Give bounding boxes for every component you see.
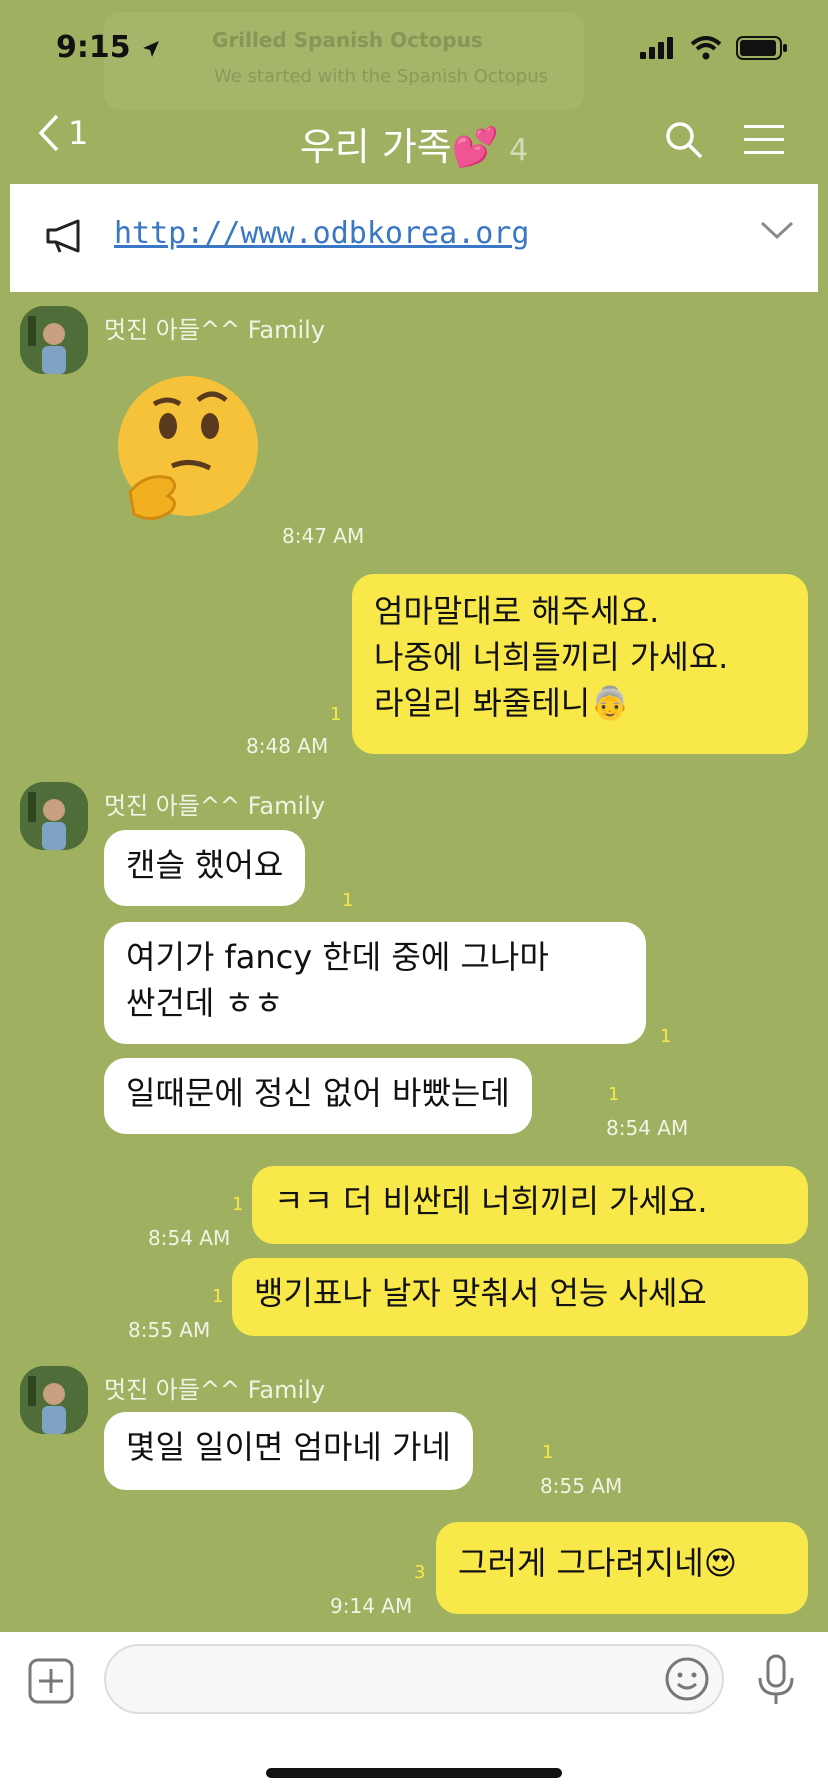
status-bar: Grilled Spanish Octopus We started with … — [0, 0, 828, 110]
read-count: 1 — [608, 1084, 620, 1105]
message-bubble-incoming[interactable]: 캔슬 했어요 — [104, 830, 306, 906]
ghost-notification-subtitle: We started with the Spanish Octopus — [214, 66, 549, 87]
message-text-line: 나중에 너희들끼리 가세요. — [374, 638, 729, 676]
read-count: 1 — [330, 704, 342, 725]
read-count: 1 — [660, 1026, 672, 1047]
signal-icon — [640, 37, 673, 59]
home-indicator — [266, 1768, 562, 1778]
megaphone-icon — [46, 219, 80, 253]
message-bubble-incoming[interactable]: 몇일 일이면 엄마네 가네 — [104, 1412, 473, 1490]
message-bubble-outgoing[interactable]: ㅋㅋ 더 비싼데 너희끼리 가세요. — [252, 1166, 808, 1244]
battery-icon — [736, 36, 787, 60]
menu-icon[interactable] — [742, 122, 786, 158]
notice-link[interactable]: http://www.odbkorea.org — [114, 216, 529, 251]
message-time: 8:55 AM — [128, 1318, 211, 1342]
wifi-icon — [690, 36, 722, 60]
avatar[interactable] — [20, 782, 88, 850]
message-time: 8:47 AM — [282, 524, 365, 548]
status-icons — [640, 36, 788, 60]
message-bubble-outgoing[interactable]: 엄마말대로 해주세요. 나중에 너희들끼리 가세요. 라일리 봐줄테니👵 — [352, 574, 808, 754]
read-count: 1 — [212, 1286, 224, 1307]
message-input[interactable] — [104, 1644, 724, 1714]
thinking-face-icon — [118, 376, 258, 520]
message-bubble-outgoing[interactable]: 그러게 그다려지네😍 — [436, 1522, 808, 1614]
message-time: 8:54 AM — [148, 1226, 231, 1250]
status-time: 9:15 — [56, 30, 161, 65]
read-count: 3 — [414, 1562, 426, 1583]
message-text-line: 여기가 fancy 한데 중에 그나마 — [126, 938, 549, 976]
message-bubble-incoming[interactable]: 여기가 fancy 한데 중에 그나마 싼건데 ㅎㅎ — [104, 922, 646, 1044]
message-text-line: 싼건데 ㅎㅎ — [126, 984, 284, 1022]
avatar[interactable] — [20, 306, 88, 374]
member-count: 4 — [509, 133, 529, 168]
location-arrow-icon — [143, 40, 160, 57]
read-count: 1 — [232, 1194, 244, 1215]
message-time: 8:55 AM — [540, 1474, 623, 1498]
message-text-line: 엄마말대로 해주세요. — [374, 592, 660, 630]
microphone-icon[interactable] — [756, 1654, 796, 1706]
read-count: 1 — [342, 890, 354, 911]
chat-header: 1 우리 가족💕 4 — [0, 100, 828, 182]
chevron-down-icon[interactable] — [760, 220, 794, 240]
search-icon[interactable] — [664, 120, 704, 160]
read-count: 1 — [542, 1442, 554, 1463]
ghost-notification-title: Grilled Spanish Octopus — [212, 28, 483, 52]
message-time: 8:48 AM — [246, 734, 329, 758]
sender-name: 멋진 아들^^ Family — [104, 792, 326, 820]
avatar[interactable] — [20, 1366, 88, 1434]
message-text-line: 라일리 봐줄테니👵 — [374, 684, 631, 722]
plus-icon[interactable] — [28, 1658, 74, 1704]
message-time: 9:14 AM — [330, 1594, 413, 1618]
message-bubble-outgoing[interactable]: 뱅기표나 날자 맞춰서 언능 사세요 — [232, 1258, 808, 1336]
message-input-bar — [0, 1632, 828, 1792]
notice-banner[interactable]: http://www.odbkorea.org — [10, 184, 818, 292]
sender-name: 멋진 아들^^ Family — [104, 316, 326, 344]
message-time: 8:54 AM — [606, 1116, 689, 1140]
emoji-icon[interactable] — [664, 1656, 710, 1702]
message-bubble-incoming[interactable]: 일때문에 정신 없어 바빴는데 — [104, 1058, 532, 1134]
background-notification — [104, 12, 584, 110]
sender-name: 멋진 아들^^ Family — [104, 1376, 326, 1404]
